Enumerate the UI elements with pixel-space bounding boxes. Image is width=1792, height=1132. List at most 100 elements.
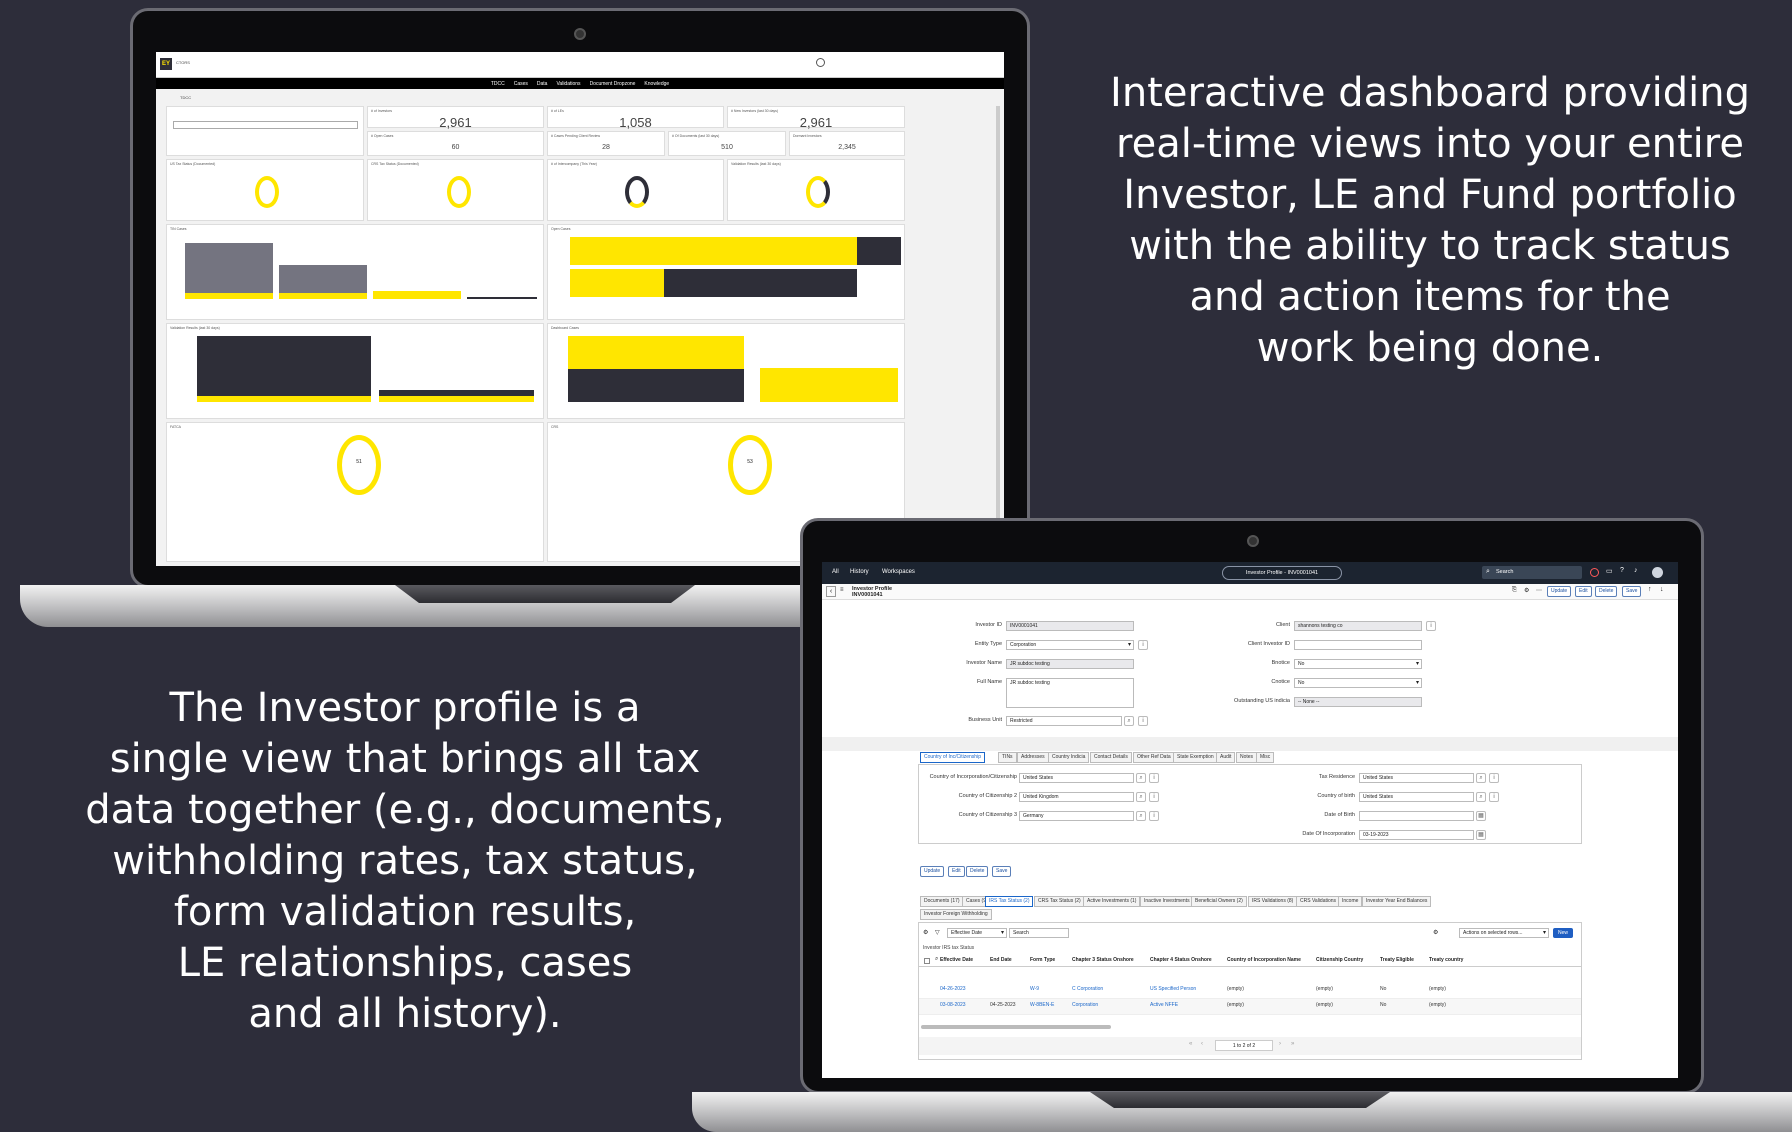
tab-crs-validations[interactable]: CRS Validations [1296,896,1341,907]
horizontal-scrollbar[interactable] [921,1025,1111,1029]
calendar-icon[interactable]: ▦ [1476,811,1486,821]
business-unit-filter[interactable] [166,106,364,156]
citizenship-2-field[interactable]: United Kingdom [1019,792,1134,802]
nav-document-dropzone[interactable]: Document Dropzone [590,81,636,87]
tab-crs-tax-status[interactable]: CRS Tax Status (2) [1034,896,1085,907]
last-page-icon[interactable]: » [1291,1041,1294,1047]
column-header[interactable]: Form Type [1030,957,1055,963]
kpi-open-cases[interactable]: # Open Cases 60 [367,131,544,156]
table-row[interactable] [919,999,1581,1015]
kpi-pending-review[interactable]: # Cases Pending Client Review 28 [547,131,665,156]
tab-addresses[interactable]: Addresses [1017,752,1049,763]
country-inc-field[interactable]: United States [1019,773,1134,783]
donut-us-tax[interactable]: US Tax Status (Documented) [166,159,364,221]
country-of-birth-field[interactable]: United States [1359,792,1474,802]
table-cell[interactable]: W-9 [1030,986,1039,992]
nav-tdcc[interactable]: TDCC [491,81,505,87]
select-all-checkbox[interactable] [924,958,930,964]
nav-all[interactable]: All [832,569,839,575]
nav-knowledge[interactable]: Knowledge [644,81,669,87]
kpi-documents[interactable]: # Of Documents (last 30 days) 510 [668,131,786,156]
nav-history[interactable]: History [850,569,869,575]
new-button[interactable]: New [1553,928,1573,938]
lookup-icon[interactable]: ⌕ [1476,792,1486,802]
list-search-input[interactable]: Search [1009,928,1069,938]
chat-icon[interactable]: ▭ [1606,567,1613,575]
bell-icon[interactable]: ♪ [1634,567,1638,574]
update-button-bottom[interactable]: Update [920,866,945,877]
page-indicator[interactable]: 1 to 2 of 2 [1215,1040,1273,1051]
tab-state-exemption[interactable]: State Exemption [1173,752,1218,763]
user-avatar-icon[interactable] [816,58,825,67]
donut-intercompany[interactable]: # of Intercompany (This Year) [547,159,724,221]
search-input[interactable]: Search [1496,569,1513,575]
kpi-dormant[interactable]: Dormant Investors 2,345 [789,131,905,156]
tab-notes[interactable]: Notes [1236,752,1258,763]
dashboard-scrollbar[interactable] [996,106,1000,546]
info-icon[interactable]: i [1149,811,1159,821]
lookup-icon[interactable]: ⌕ [1124,716,1134,726]
global-search[interactable]: ⌕ Search [1482,566,1582,579]
tab-other-ref-data[interactable]: Other Ref Data [1133,752,1175,763]
info-icon[interactable]: i [1489,773,1499,783]
kpi-investors[interactable]: # of Investors 2,961 [367,106,544,130]
tab-tins[interactable]: TINs [998,752,1017,763]
nav-validations[interactable]: Validations [556,81,580,87]
donut-validation[interactable]: Validation Results (last 30 days) [727,159,905,221]
settings-icon[interactable]: ⚙ [1524,587,1529,594]
lookup-icon[interactable]: ⌕ [1136,773,1146,783]
date-of-incorporation-field[interactable]: 03-19-2023 [1359,830,1474,840]
tab-year-end-balances[interactable]: Investor Year End Balances [1362,896,1432,907]
cnotice-select[interactable]: No [1294,678,1422,688]
gear-icon[interactable]: ⚙ [923,929,928,936]
filter-icon[interactable]: ▽ [935,929,940,936]
info-icon[interactable]: i [1489,792,1499,802]
table-cell[interactable]: US Specified Person [1150,986,1196,992]
record-title-pill[interactable]: Investor Profile - INV0001041 [1222,566,1342,580]
table-cell[interactable]: C Corporation [1072,986,1103,992]
validation-results-chart[interactable]: Validation Results (last 30 days) [166,323,544,419]
info-icon[interactable]: i [1149,773,1159,783]
save-button-bottom[interactable]: Save [992,866,1012,877]
kpi-les[interactable]: # of LEs 1,058 [547,106,724,130]
tab-documents[interactable]: Documents (17) [920,896,964,907]
search-icon[interactable]: ⌕ [935,956,938,963]
nav-data[interactable]: Data [537,81,548,87]
info-icon[interactable]: i [1149,792,1159,802]
bnotice-select[interactable]: No [1294,659,1422,669]
edit-button[interactable]: Edit [1575,586,1592,597]
table-row[interactable] [919,983,1581,999]
column-header[interactable]: Country of Incorporation Name [1227,957,1301,963]
tab-irs-tax-status[interactable]: IRS Tax Status (2) [985,896,1034,907]
tab-irs-validations[interactable]: IRS Validations (8) [1248,896,1298,907]
tab-audit[interactable]: Audit [1216,752,1236,763]
info-icon[interactable]: i [1138,640,1148,650]
list-filter-select[interactable]: Effective Date [947,928,1007,938]
delete-button-bottom[interactable]: Delete [966,866,989,877]
lookup-icon[interactable]: ⌕ [1136,811,1146,821]
menu-icon[interactable]: ≡ [840,587,844,593]
tab-income[interactable]: Income [1338,896,1363,907]
column-header[interactable]: End Date [990,957,1012,963]
column-header[interactable]: Chapter 3 Status Onshore [1072,957,1134,963]
calendar-icon[interactable]: ▦ [1476,830,1486,840]
tab-inactive-investments[interactable]: Inactive Investments [1140,896,1194,907]
open-cases-chart[interactable]: Open Cases [547,224,905,320]
table-cell[interactable]: W-8BEN-E [1030,1002,1054,1008]
globe-icon[interactable] [1590,568,1599,577]
table-cell[interactable]: Active NFFE [1150,1002,1178,1008]
column-header[interactable]: Treaty country [1429,957,1463,963]
donut-crs-tax[interactable]: CRS Tax Status (Documented) [367,159,544,221]
citizenship-3-field[interactable]: Germany [1019,811,1134,821]
save-button[interactable]: Save [1622,586,1642,597]
help-icon[interactable]: ? [1620,567,1624,574]
column-header[interactable]: Chapter 4 Status Onshore [1150,957,1212,963]
up-arrow-icon[interactable]: ↑ [1648,586,1652,593]
down-arrow-icon[interactable]: ↓ [1660,586,1664,593]
table-cell[interactable]: 04-26-2023 [940,986,966,992]
business-unit-field[interactable]: Restricted [1006,716,1122,726]
business-unit-select[interactable] [173,121,358,129]
lookup-icon[interactable]: ⌕ [1136,792,1146,802]
full-name-field[interactable]: JR subdoc testing [1006,678,1134,708]
next-page-icon[interactable]: › [1279,1041,1281,1047]
